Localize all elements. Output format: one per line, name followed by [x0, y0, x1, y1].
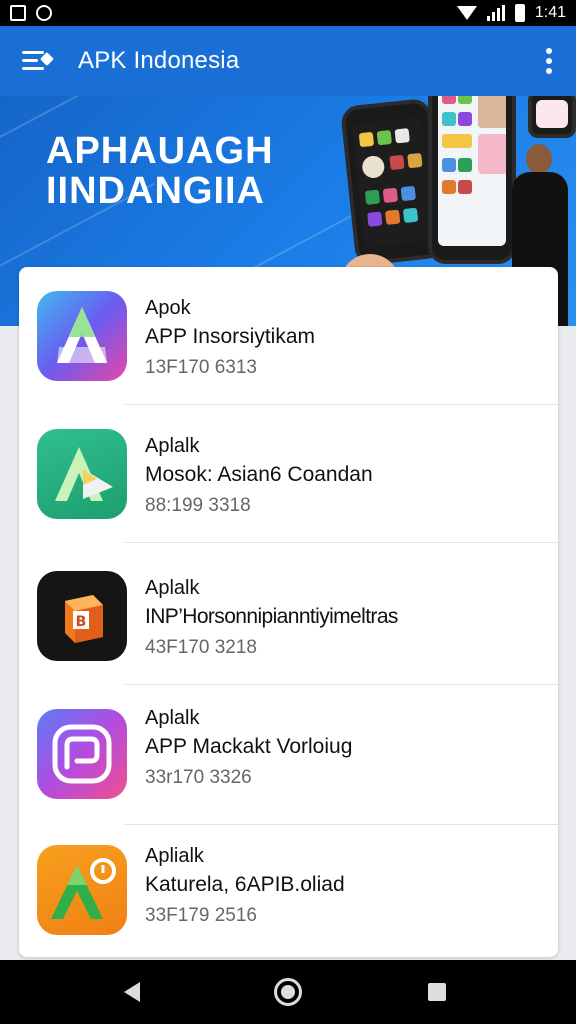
app-label: Aplalk — [145, 435, 200, 457]
phone-illustration-right — [428, 96, 516, 264]
home-icon[interactable] — [274, 978, 302, 1006]
arrow-a-icon — [37, 845, 127, 935]
app-bar: APK Indonesia — [0, 26, 576, 96]
back-icon[interactable] — [124, 982, 140, 1002]
app-label: Aplalk — [145, 707, 200, 729]
list-item[interactable]: B Aplalk INP’Horsonnipianntiyimeltras 43… — [19, 547, 558, 685]
status-right: 1:41 — [456, 4, 566, 22]
arrow-a-icon — [37, 429, 127, 519]
app-name: Katurela, 6APIB.oliad — [145, 873, 345, 896]
battery-icon — [514, 4, 525, 22]
app-list-card: Apok APP Insorsiytikam 13F170 6313 Aplal… — [19, 267, 558, 957]
banner-title-line-2: IINDANGIIA — [46, 169, 265, 212]
status-time: 1:41 — [534, 4, 566, 21]
svg-text:B: B — [76, 614, 87, 630]
list-item[interactable]: Apok APP Insorsiytikam 13F170 6313 — [19, 267, 558, 405]
system-nav-bar — [0, 960, 576, 1024]
recent-apps-icon[interactable] — [428, 983, 446, 1001]
app-meta: 33F179 2516 — [145, 905, 257, 926]
app-meta: 88:199 3318 — [145, 495, 251, 516]
menu-icon[interactable] — [18, 41, 58, 81]
arrow-a-icon — [37, 291, 127, 381]
ring-icon — [37, 709, 127, 799]
app-meta: 13F170 6313 — [145, 357, 257, 378]
more-vert-icon[interactable] — [546, 48, 552, 74]
app-label: Apok — [145, 297, 191, 319]
app-meta: 43F170 3218 — [145, 637, 257, 658]
app-name: APP Mackakt Vorloiug — [145, 735, 353, 758]
banner-title: APHAUAGH IINDANGIIA — [46, 130, 274, 212]
banner-title-line-1: APHAUAGH — [46, 130, 274, 172]
app-name: APP Insorsiytikam — [145, 325, 315, 348]
image-icon — [10, 5, 26, 21]
list-item[interactable]: Aplalk Mosok: Asian6 Coandan 88:199 3318 — [19, 405, 558, 543]
list-item[interactable]: Aplalk APP Mackakt Vorloiug 33r170 3326 — [19, 687, 558, 825]
phone-illustration-small — [528, 96, 576, 138]
app-label: Aplialk — [145, 845, 204, 867]
box-icon: B — [37, 571, 127, 661]
sync-icon — [36, 5, 52, 21]
app-meta: 33r170 3326 — [145, 767, 252, 788]
status-bar: 1:41 — [0, 0, 576, 26]
wifi-icon — [456, 6, 477, 20]
status-left — [10, 5, 52, 21]
app-name: Mosok: Asian6 Coandan — [145, 463, 373, 486]
list-item[interactable]: Aplialk Katurela, 6APIB.oliad 33F179 251… — [19, 823, 558, 957]
signal-icon — [486, 5, 505, 21]
app-name: INP’Horsonnipianntiyimeltras — [145, 605, 398, 628]
app-label: Aplalk — [145, 577, 200, 599]
app-title: APK Indonesia — [78, 47, 240, 74]
